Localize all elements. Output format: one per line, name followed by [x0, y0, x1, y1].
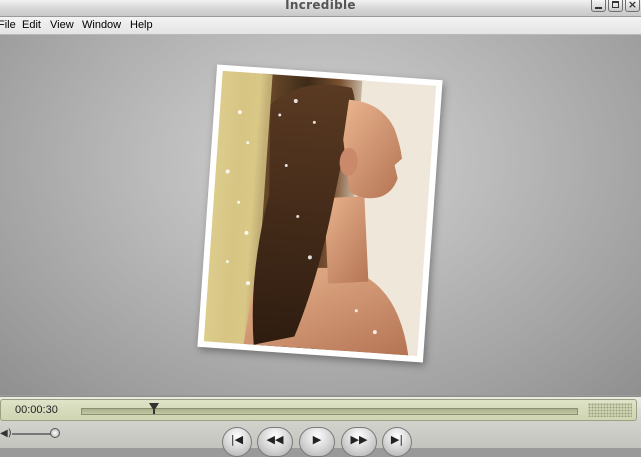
control-bar: 00:00:30 ◀) |◀ ◀◀ ▶ ▶▶ ▶|: [0, 396, 641, 457]
fast-forward-button[interactable]: ▶▶: [341, 427, 377, 457]
menu-view[interactable]: View: [50, 19, 74, 31]
minimize-button[interactable]: [591, 0, 606, 12]
menu-edit[interactable]: Edit: [22, 19, 41, 31]
photo-illustration: [203, 70, 437, 357]
volume-knob[interactable]: [50, 428, 60, 438]
menu-help[interactable]: Help: [130, 19, 153, 31]
maximize-icon: [612, 1, 619, 8]
maximize-button[interactable]: [608, 0, 623, 12]
menu-window[interactable]: Window: [82, 19, 121, 31]
close-icon: ×: [627, 0, 638, 11]
skip-to-start-button[interactable]: |◀: [222, 427, 252, 457]
minimize-icon: [595, 6, 602, 9]
close-button[interactable]: ×: [625, 0, 640, 12]
playhead-stem: [153, 410, 155, 414]
skip-to-end-button[interactable]: ▶|: [382, 427, 412, 457]
window-controls: ×: [591, 0, 640, 12]
fast-forward-icon: ▶▶: [350, 433, 368, 446]
speaker-icon: ◀): [0, 428, 12, 439]
skip-to-start-icon: |◀: [230, 433, 244, 446]
video-frame-photo: [197, 64, 443, 363]
timeline-panel: 00:00:30: [0, 399, 637, 421]
rewind-button[interactable]: ◀◀: [257, 427, 293, 457]
menu-bar: File Edit View Window Help: [0, 17, 641, 35]
menu-file[interactable]: File: [0, 19, 16, 31]
play-icon: ▶: [312, 433, 322, 446]
play-button[interactable]: ▶: [299, 427, 335, 457]
skip-to-end-icon: ▶|: [390, 433, 404, 446]
resize-grip[interactable]: [588, 403, 632, 417]
current-time: 00:00:30: [15, 404, 58, 416]
title-bar: Incredible ×: [0, 0, 641, 17]
window-title: Incredible: [285, 0, 356, 12]
rewind-icon: ◀◀: [266, 433, 284, 446]
video-frame-image: [203, 70, 437, 357]
